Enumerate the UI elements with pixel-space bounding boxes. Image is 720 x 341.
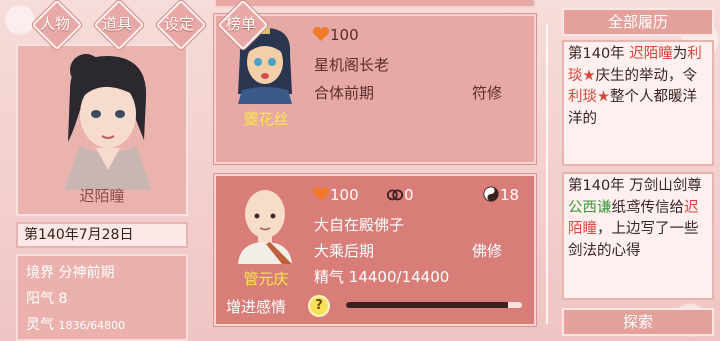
progress-fill [346,302,508,308]
history-header-button[interactable]: 全部履历 [562,8,714,36]
marriage-display: 0 [386,186,414,204]
npc-role: 符修 [472,84,503,102]
history-entry: 第140年 万剑山剑尊公西谦纸鸢传信给迟陌瞳，上边写了一些剑法的心得 [562,172,714,300]
npc-avatar [238,190,292,264]
npc-name: 夔花丝 [243,110,289,128]
top-nav: 人物 道具 设定 榜单 [26,4,270,42]
explore-button[interactable]: 探索 [562,308,714,336]
npc-role: 佛修 [472,242,503,260]
npc-realm: 合体前期 [314,84,375,102]
nav-label: 设定 [163,14,194,33]
player-name: 迟陌瞳 [79,187,125,205]
nav-label: 道具 [101,14,132,33]
essence-display: 精气 14400/14400 [314,268,450,286]
affection-display: 100 [312,26,359,44]
karma-display: 18 [482,186,519,204]
npc-title: 星机阁长老 [314,56,390,74]
rings-icon [386,189,404,201]
nav-button-items[interactable]: 道具 [88,4,146,42]
yin-yang-icon [483,186,499,202]
npc-title: 大自在殿佛子 [314,216,405,234]
player-stats-panel: 境界 分神前期 阳气 8 灵气 1836/64800 [16,254,188,341]
heart-icon [312,26,330,41]
nav-label: 榜单 [225,14,256,33]
scrollbar[interactable] [543,24,551,324]
npc-realm: 大乘后期 [314,242,375,260]
help-button[interactable]: ? [308,295,330,317]
relationship-progress-bar [346,302,522,308]
stat-lingqi: 灵气 1836/64800 [26,317,126,333]
game-date: 第140年7月28日 [16,222,188,248]
nav-button-rankings[interactable]: 榜单 [212,4,270,42]
stat-yang: 阳气 8 [26,291,68,307]
affection-display: 100 [312,186,359,204]
npc-name: 管元庆 [243,270,289,288]
nav-label: 人物 [39,14,70,33]
player-avatar [64,54,152,190]
history-entry: 第140年 迟陌瞳为利琰★庆生的举动，令利琰★整个人都暖洋洋的 [562,40,714,166]
improve-relationship-label[interactable]: 增进感情 [226,296,286,317]
heart-icon [312,186,330,201]
nav-button-characters[interactable]: 人物 [26,4,84,42]
nav-button-settings[interactable]: 设定 [150,4,208,42]
npc-card-selected[interactable]: 管元庆 100 0 18 大自在殿佛子 大乘后期 佛修 精气 14400/144… [214,174,536,326]
stat-realm: 境界 分神前期 [26,265,115,281]
player-portrait-panel[interactable]: 迟陌瞳 [16,44,188,216]
